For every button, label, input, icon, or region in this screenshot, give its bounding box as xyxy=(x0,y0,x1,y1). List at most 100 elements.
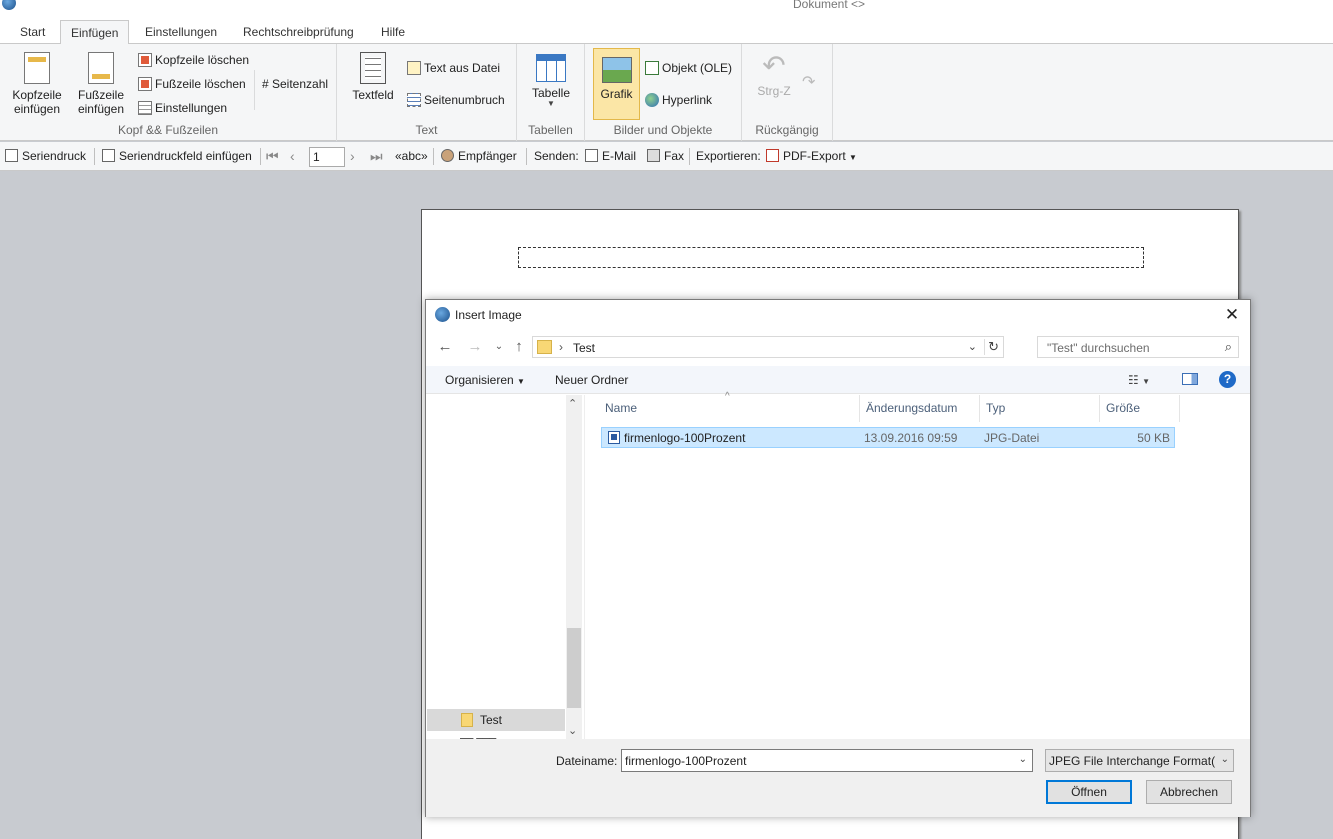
file-type: JPG-Datei xyxy=(984,431,1040,445)
file-name: firmenlogo-100Prozent xyxy=(624,431,746,445)
object-ole-button[interactable]: Objekt (OLE) xyxy=(645,58,732,78)
page-break-button[interactable]: Seitenumbruch xyxy=(407,90,505,110)
tab-start[interactable]: Start xyxy=(10,20,55,44)
first-record-icon[interactable]: ⏮ xyxy=(266,142,279,171)
pdf-icon xyxy=(766,149,779,162)
divider xyxy=(433,148,434,165)
new-folder-button[interactable]: Neuer Ordner xyxy=(555,373,628,387)
title-bar: Dokument <> xyxy=(0,0,1333,18)
next-record-icon[interactable]: › xyxy=(350,142,355,171)
nav-item-test[interactable]: Test xyxy=(427,709,565,731)
mail-merge-button[interactable]: Seriendruck xyxy=(5,142,86,171)
app-icon xyxy=(435,307,450,322)
tab-einfuegen[interactable]: Einfügen xyxy=(60,20,130,45)
undo-button[interactable]: ↶ Strg-Z xyxy=(750,50,798,99)
recipients-button[interactable]: Empfänger xyxy=(441,142,517,171)
delete-header-button[interactable]: Kopfzeile löschen xyxy=(138,50,249,70)
previous-record-icon[interactable]: ‹ xyxy=(290,142,295,171)
divider xyxy=(260,148,261,165)
delete-footer-icon xyxy=(138,77,152,91)
divider xyxy=(689,148,690,165)
printer-icon xyxy=(5,149,18,162)
column-header-date[interactable]: Änderungsdatum xyxy=(860,395,980,422)
cancel-button[interactable]: Abbrechen xyxy=(1146,780,1232,804)
forward-arrow-icon[interactable]: → xyxy=(466,337,484,357)
ribbon: Kopfzeile einfügen Fußzeile einfügen Kop… xyxy=(0,44,1333,141)
pdf-export-button[interactable]: PDF-Export ▼ xyxy=(766,142,857,171)
image-file-icon xyxy=(608,431,620,444)
filename-input[interactable]: firmenlogo-100Prozent ⌄ xyxy=(621,749,1033,772)
page-number-button[interactable]: # Seitenzahl xyxy=(262,74,328,94)
chevron-down-icon: ▼ xyxy=(849,153,857,162)
up-arrow-icon[interactable]: ↑ xyxy=(510,337,528,357)
navigation-pane[interactable] xyxy=(426,395,583,739)
open-button[interactable]: Öffnen xyxy=(1046,780,1132,804)
file-list[interactable]: ^ Name Änderungsdatum Typ Größe firmenlo… xyxy=(584,391,1250,739)
column-header-name[interactable]: Name xyxy=(599,395,860,422)
breadcrumb[interactable]: Test xyxy=(573,341,595,355)
show-fields-button[interactable]: «abc» xyxy=(395,142,428,171)
chevron-down-icon[interactable]: ⌄ xyxy=(1019,754,1027,765)
insert-footer-button[interactable]: Fußzeile einfügen xyxy=(72,52,130,116)
scroll-down-icon[interactable]: ⌄ xyxy=(568,724,577,737)
tab-hilfe[interactable]: Hilfe xyxy=(371,20,415,44)
fax-button[interactable]: Fax xyxy=(647,142,684,171)
search-icon: ⌕ xyxy=(1224,339,1232,354)
group-label-images: Bilder und Objekte xyxy=(613,123,713,137)
help-icon[interactable]: ? xyxy=(1219,371,1236,388)
chevron-down-icon[interactable]: ⌄ xyxy=(968,340,977,353)
file-type-select[interactable]: JPEG File Interchange Format(J ⌄ xyxy=(1045,749,1234,772)
file-row[interactable]: firmenlogo-100Prozent 13.09.2016 09:59 J… xyxy=(601,427,1175,448)
record-number-input[interactable]: 1 xyxy=(309,147,345,167)
group-undo: ↶ Strg-Z ↷ Rückgängig xyxy=(742,44,833,141)
header-footer-settings-button[interactable]: Einstellungen xyxy=(138,98,227,118)
undo-icon: ↶ xyxy=(762,50,786,81)
header-frame[interactable] xyxy=(518,247,1144,268)
graphic-button[interactable]: Grafik xyxy=(593,48,640,120)
chevron-down-icon: ⌄ xyxy=(1220,754,1229,765)
scroll-up-icon[interactable]: ⌃ xyxy=(568,397,577,410)
delete-footer-button[interactable]: Fußzeile löschen xyxy=(138,74,246,94)
command-bar: Organisieren ▼ Neuer Ordner ☷ ▼ ? xyxy=(426,366,1250,394)
view-options-icon[interactable]: ☷ ▼ xyxy=(1128,373,1150,387)
insert-image-dialog: Insert Image ✕ ← → ⌄ ↑ › Test ⌄ ↻ "Test"… xyxy=(425,299,1251,817)
close-icon[interactable]: ✕ xyxy=(1222,305,1242,325)
header-doc-icon xyxy=(24,52,50,84)
redo-icon[interactable]: ↷ xyxy=(802,72,815,92)
hyperlink-button[interactable]: Hyperlink xyxy=(645,90,712,110)
navigation-bar: ← → ⌄ ↑ › Test ⌄ ↻ "Test" durchsuchen ⌕ xyxy=(426,331,1250,363)
insert-header-button[interactable]: Kopfzeile einfügen xyxy=(8,52,66,116)
back-arrow-icon[interactable]: ← xyxy=(436,337,454,357)
table-icon xyxy=(536,54,566,82)
insert-merge-field-button[interactable]: Seriendruckfeld einfügen xyxy=(102,142,252,171)
folder-icon xyxy=(537,340,552,354)
email-button[interactable]: E-Mail xyxy=(585,142,636,171)
tab-rechtschreibpruefung[interactable]: Rechtschreibprüfung xyxy=(233,20,364,44)
scroll-thumb[interactable] xyxy=(567,628,581,708)
text-from-file-button[interactable]: Text aus Datei xyxy=(407,58,500,78)
divider xyxy=(94,148,95,165)
chevron-right-icon: › xyxy=(559,340,563,354)
image-icon xyxy=(601,57,632,83)
doc-icon xyxy=(102,149,115,162)
dialog-footer: Dateiname: firmenlogo-100Prozent ⌄ JPEG … xyxy=(426,739,1250,817)
text-file-icon xyxy=(407,61,421,75)
textbox-button[interactable]: Textfeld xyxy=(349,52,397,102)
column-header-size[interactable]: Größe xyxy=(1100,395,1180,422)
group-text: Textfeld Text aus Datei Seitenumbruch Te… xyxy=(337,44,517,141)
recent-locations-icon[interactable]: ⌄ xyxy=(490,337,508,357)
preview-pane-icon[interactable] xyxy=(1182,373,1198,385)
send-label: Senden: xyxy=(534,149,579,163)
organize-button[interactable]: Organisieren ▼ xyxy=(445,373,525,387)
address-bar[interactable]: › Test ⌄ ↻ xyxy=(532,336,1004,358)
refresh-icon[interactable]: ↻ xyxy=(984,339,999,355)
search-input[interactable]: "Test" durchsuchen ⌕ xyxy=(1037,336,1239,358)
last-record-icon[interactable]: ⏭ xyxy=(370,142,383,171)
tab-einstellungen[interactable]: Einstellungen xyxy=(135,20,227,44)
table-button[interactable]: Tabelle ▼ xyxy=(526,54,576,108)
group-label-text: Text xyxy=(415,123,438,137)
column-header-type[interactable]: Typ xyxy=(980,395,1100,422)
group-label-tables: Tabellen xyxy=(528,123,573,137)
nav-scrollbar[interactable]: ⌃ ⌄ xyxy=(566,395,582,739)
group-header-footer: Kopfzeile einfügen Fußzeile einfügen Kop… xyxy=(0,44,337,141)
